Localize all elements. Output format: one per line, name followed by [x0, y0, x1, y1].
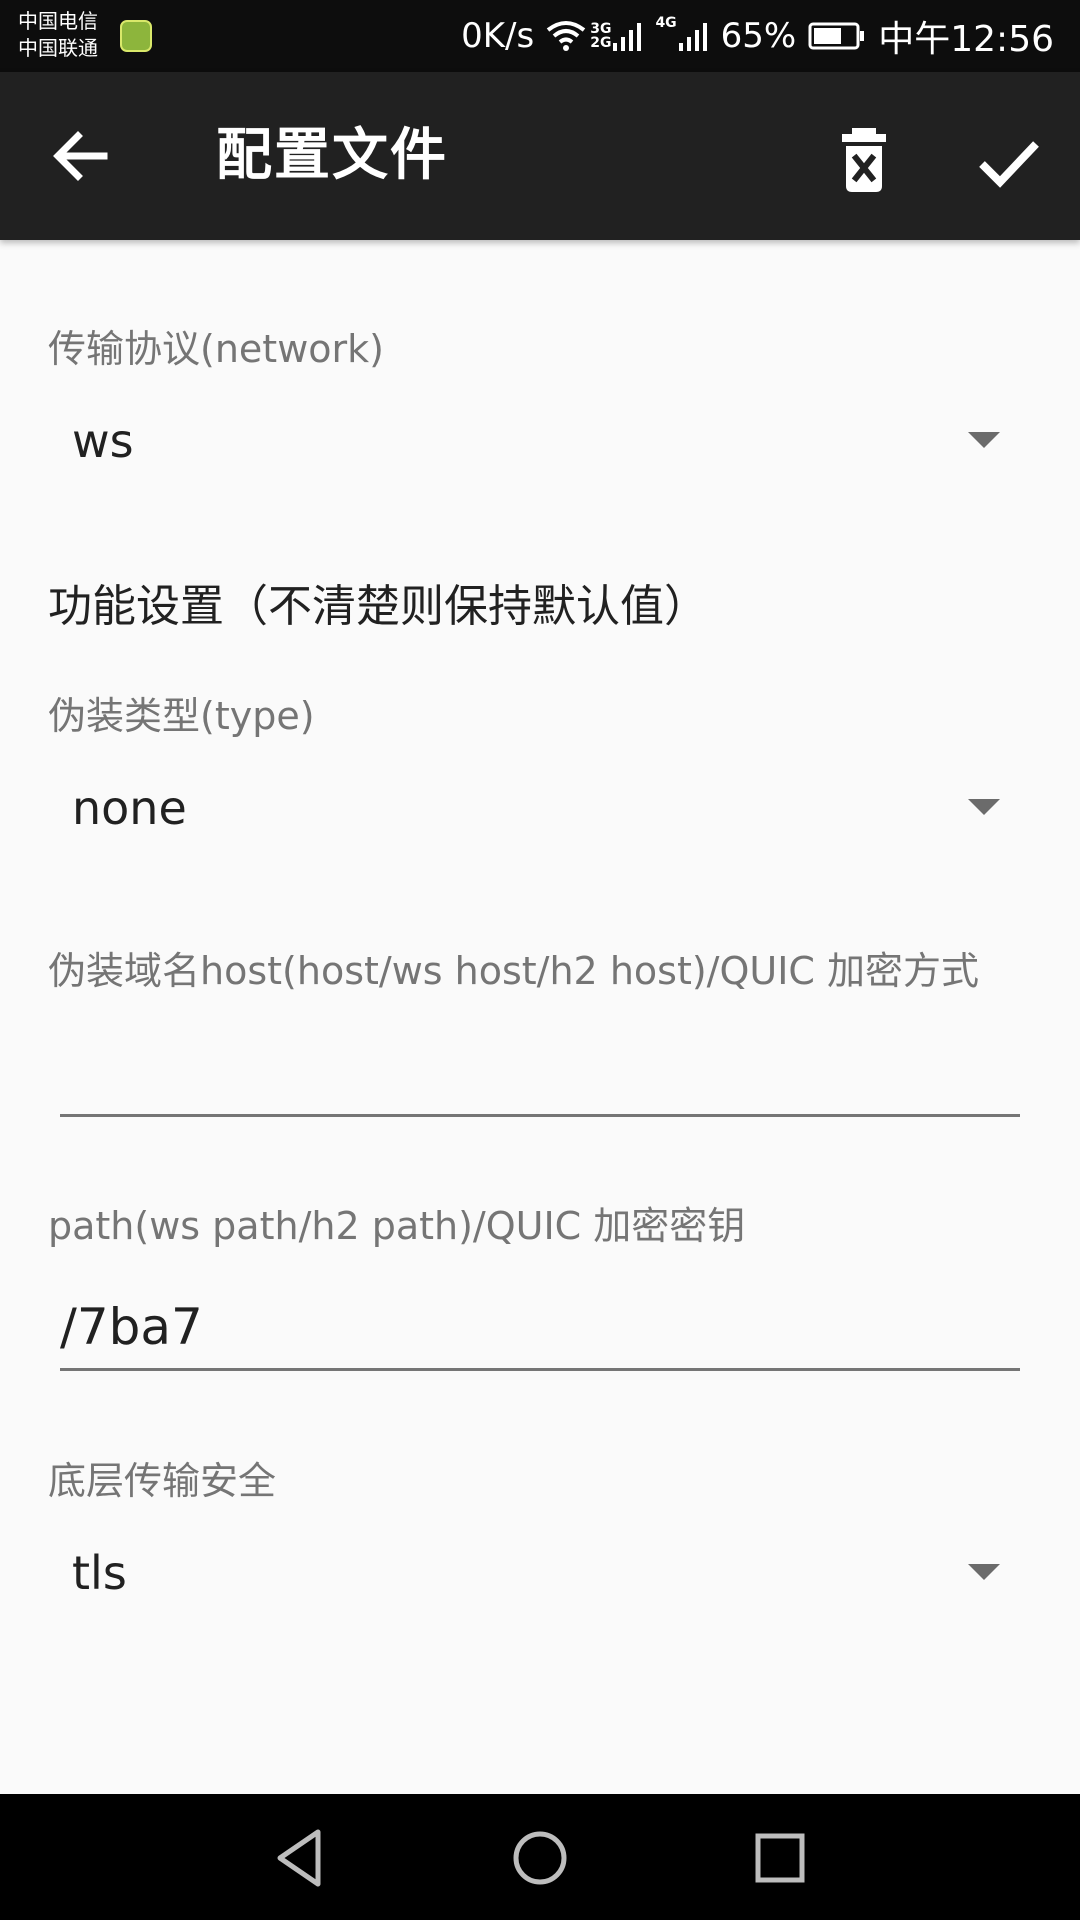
- path-input[interactable]: /7ba7: [60, 1268, 1020, 1371]
- path-input-value: /7ba7: [60, 1298, 203, 1356]
- navigation-bar: [0, 1794, 1080, 1920]
- dropdown-arrow-icon: [968, 1564, 1000, 1580]
- network-speed: 0K/s: [461, 16, 535, 56]
- status-bar: 中国电信 中国联通 0K/s 3G 2G 4G 65% 中午12:56: [0, 0, 1080, 72]
- page-title: 配置文件: [216, 123, 448, 188]
- square-recents-icon: [755, 1833, 805, 1883]
- signal-icon-sim1: [613, 23, 642, 51]
- network-type-4g: 4G: [655, 15, 677, 31]
- type-label: 伪装类型(type): [48, 694, 315, 738]
- trash-icon: [842, 128, 886, 192]
- type-spinner[interactable]: none: [48, 757, 1000, 857]
- path-label: path(ws path/h2 path)/QUIC 加密密钥: [48, 1204, 746, 1248]
- status-indicators: 0K/s 3G 2G 4G 65% 中午12:56: [449, 10, 1054, 62]
- network-label: 传输协议(network): [48, 327, 384, 371]
- dropdown-arrow-icon: [968, 799, 1000, 815]
- carrier-2: 中国联通: [18, 36, 98, 60]
- confirm-button[interactable]: [968, 122, 1048, 202]
- signal-icon-sim2: [678, 23, 707, 51]
- security-spinner-value: tls: [72, 1546, 127, 1600]
- back-button[interactable]: [44, 116, 124, 196]
- dropdown-arrow-icon: [968, 432, 1000, 448]
- clock: 中午12:56: [878, 19, 1054, 60]
- security-label: 底层传输安全: [48, 1459, 277, 1503]
- battery-icon: [808, 22, 865, 50]
- security-spinner[interactable]: tls: [48, 1522, 1000, 1622]
- network-spinner-value: ws: [72, 414, 134, 468]
- delete-button[interactable]: [824, 122, 904, 202]
- app-notification-icon: [120, 20, 152, 52]
- network-spinner[interactable]: ws: [48, 390, 1000, 490]
- app-bar: 配置文件: [0, 72, 1080, 240]
- circle-home-icon: [513, 1831, 567, 1885]
- network-type-3g: 3G: [590, 21, 612, 37]
- section-title: 功能设置（不清楚则保持默认值）: [48, 581, 708, 632]
- carrier-1: 中国电信: [18, 9, 98, 33]
- triangle-back-icon: [277, 1829, 321, 1887]
- nav-home-button[interactable]: [502, 1820, 578, 1896]
- nav-back-button[interactable]: [262, 1820, 338, 1896]
- check-icon: [979, 141, 1039, 188]
- type-spinner-value: none: [72, 781, 187, 835]
- battery-percent: 65%: [720, 16, 797, 56]
- wifi-icon: [546, 21, 586, 51]
- host-input[interactable]: [60, 1014, 1020, 1117]
- nav-recents-button[interactable]: [742, 1820, 818, 1896]
- arrow-left-icon: [53, 131, 108, 181]
- host-label: 伪装域名host(host/ws host/h2 host)/QUIC 加密方式: [48, 949, 980, 993]
- network-type-2g: 2G: [590, 35, 612, 51]
- carrier-info: 中国电信 中国联通: [18, 8, 98, 62]
